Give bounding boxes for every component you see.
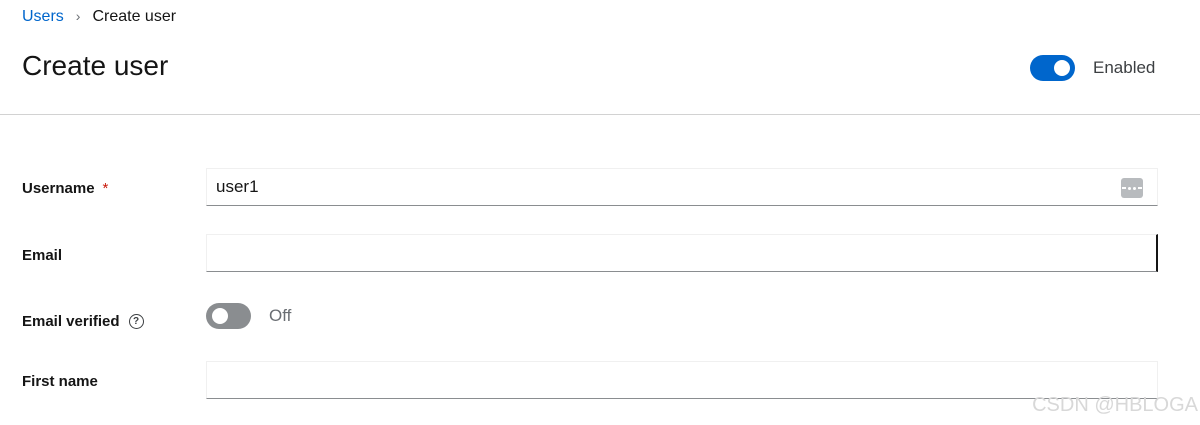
username-label: Username	[22, 180, 95, 197]
email-verified-label: Email verified	[22, 313, 120, 330]
watermark: CSDN @HBLOGA	[1032, 394, 1198, 416]
username-row: Username *	[22, 168, 1162, 208]
page-title: Create user	[22, 50, 169, 81]
toggle-knob	[212, 308, 228, 324]
enabled-toggle[interactable]	[1030, 55, 1075, 81]
toggle-knob	[1054, 60, 1070, 76]
first-name-row: First name	[22, 361, 1162, 401]
email-label-group: Email	[22, 247, 62, 264]
email-verified-toggle[interactable]	[206, 303, 251, 329]
username-field	[206, 168, 1158, 206]
breadcrumb-users-link[interactable]: Users	[22, 8, 64, 26]
first-name-label: First name	[22, 373, 98, 390]
password-manager-icon[interactable]	[1121, 178, 1143, 198]
breadcrumb: Users › Create user	[22, 8, 176, 26]
question-circle-icon[interactable]: ?	[128, 314, 144, 329]
required-marker: *	[102, 180, 109, 197]
first-name-label-group: First name	[22, 373, 98, 390]
breadcrumb-current: Create user	[92, 8, 177, 25]
email-verified-row: Email verified ? Off	[22, 303, 1162, 333]
email-row: Email	[22, 234, 1162, 274]
email-verified-label-group: Email verified ?	[22, 313, 144, 330]
enabled-toggle-group: Enabled	[1030, 55, 1155, 81]
page-header: Users › Create user Create user Enabled	[0, 0, 1200, 115]
email-verified-toggle-group: Off	[206, 303, 291, 329]
username-label-group: Username *	[22, 180, 108, 197]
email-verified-state-label: Off	[269, 306, 292, 325]
email-input[interactable]	[207, 235, 1105, 271]
create-user-page: Users › Create user Create user Enabled …	[0, 0, 1200, 425]
username-input[interactable]	[207, 169, 1105, 205]
email-label: Email	[22, 247, 63, 264]
first-name-field	[206, 361, 1158, 399]
email-field	[206, 234, 1158, 272]
chevron-right-icon: ›	[75, 8, 81, 24]
first-name-input[interactable]	[207, 362, 1105, 398]
enabled-label: Enabled	[1093, 58, 1156, 77]
